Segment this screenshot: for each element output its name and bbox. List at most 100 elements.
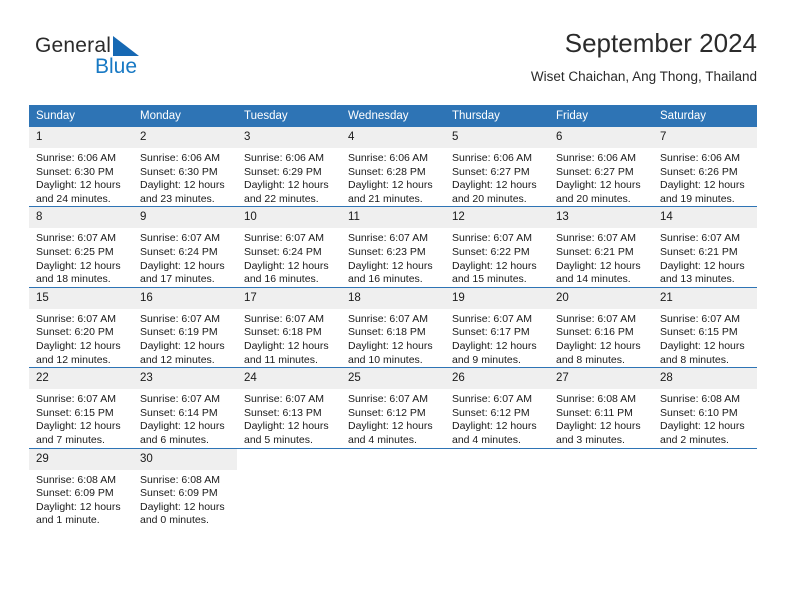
- daylight-text-line1: Daylight: 12 hours: [36, 500, 121, 513]
- day-details: Sunrise: 6:07 AM Sunset: 6:22 PM Daylight:…: [445, 228, 549, 286]
- sunrise-text: Sunrise: 6:07 AM: [452, 232, 532, 245]
- calendar-day-cell[interactable]: 10 Sunrise: 6:07 AM Sunset: 6:24 PM Dayligh…: [237, 206, 341, 288]
- calendar-day-cell[interactable]: 5 Sunrise: 6:06 AM Sunset: 6:27 PM Daylight…: [445, 127, 549, 207]
- daylight-text-line1: Daylight: 12 hours: [140, 420, 225, 433]
- calendar-day-cell[interactable]: 14 Sunrise: 6:07 AM Sunset: 6:21 PM Dayligh…: [653, 206, 757, 288]
- calendar-week-row: 15 Sunrise: 6:07 AM Sunset: 6:20 PM Dayligh…: [29, 286, 757, 368]
- sunset-text: Sunset: 6:27 PM: [556, 165, 634, 178]
- sunset-text: Sunset: 6:15 PM: [660, 326, 738, 339]
- day-number: 18: [341, 287, 445, 309]
- calendar-day-cell[interactable]: 13 Sunrise: 6:07 AM Sunset: 6:21 PM Dayligh…: [549, 206, 653, 288]
- sunset-text: Sunset: 6:19 PM: [140, 326, 218, 339]
- daylight-text-line2: and 20 minutes.: [452, 192, 527, 205]
- day-details: Sunrise: 6:06 AM Sunset: 6:27 PM Daylight:…: [549, 148, 653, 206]
- calendar-day-cell[interactable]: 17 Sunrise: 6:07 AM Sunset: 6:18 PM Dayligh…: [237, 286, 341, 368]
- day-details: Sunrise: 6:07 AM Sunset: 6:19 PM Daylight:…: [133, 309, 237, 367]
- calendar-day-cell[interactable]: 4 Sunrise: 6:06 AM Sunset: 6:28 PM Daylight…: [341, 127, 445, 207]
- calendar-day-cell[interactable]: 19 Sunrise: 6:07 AM Sunset: 6:17 PM Dayligh…: [445, 286, 549, 368]
- daylight-text-line2: and 16 minutes.: [244, 273, 319, 286]
- calendar-cell-empty: [341, 447, 445, 528]
- sunrise-text: Sunrise: 6:07 AM: [244, 232, 324, 245]
- sunset-text: Sunset: 6:23 PM: [348, 245, 426, 258]
- daylight-text-line2: and 4 minutes.: [348, 433, 417, 446]
- calendar-day-cell[interactable]: 28 Sunrise: 6:08 AM Sunset: 6:10 PM Dayligh…: [653, 367, 757, 448]
- calendar-week-row: 1 Sunrise: 6:06 AM Sunset: 6:30 PM Daylight…: [29, 127, 757, 207]
- calendar-day-cell[interactable]: 26 Sunrise: 6:07 AM Sunset: 6:12 PM Dayligh…: [445, 367, 549, 448]
- calendar-day-cell[interactable]: 2 Sunrise: 6:06 AM Sunset: 6:30 PM Daylight…: [133, 127, 237, 207]
- sunset-text: Sunset: 6:27 PM: [452, 165, 530, 178]
- day-number: 2: [133, 127, 237, 148]
- day-details: [341, 470, 445, 474]
- daylight-text-line1: Daylight: 12 hours: [348, 179, 433, 192]
- calendar-day-cell[interactable]: 11 Sunrise: 6:07 AM Sunset: 6:23 PM Dayligh…: [341, 206, 445, 288]
- sunset-text: Sunset: 6:22 PM: [452, 245, 530, 258]
- day-details: [653, 470, 757, 474]
- calendar-day-cell[interactable]: 16 Sunrise: 6:07 AM Sunset: 6:19 PM Dayligh…: [133, 286, 237, 368]
- calendar-day-cell[interactable]: 22 Sunrise: 6:07 AM Sunset: 6:15 PM Dayligh…: [29, 367, 133, 448]
- daylight-text-line2: and 5 minutes.: [244, 433, 313, 446]
- day-details: Sunrise: 6:08 AM Sunset: 6:10 PM Daylight:…: [653, 389, 757, 447]
- sunrise-text: Sunrise: 6:07 AM: [140, 312, 220, 325]
- sunrise-text: Sunrise: 6:06 AM: [660, 152, 740, 164]
- day-details: Sunrise: 6:07 AM Sunset: 6:20 PM Daylight:…: [29, 309, 133, 367]
- daylight-text-line2: and 4 minutes.: [452, 433, 521, 446]
- day-number: 19: [445, 287, 549, 309]
- daylight-text-line2: and 12 minutes.: [140, 353, 215, 366]
- calendar-day-cell[interactable]: 8 Sunrise: 6:07 AM Sunset: 6:25 PM Daylight…: [29, 206, 133, 288]
- sunset-text: Sunset: 6:28 PM: [348, 165, 426, 178]
- sunset-text: Sunset: 6:21 PM: [556, 245, 634, 258]
- day-details: Sunrise: 6:07 AM Sunset: 6:15 PM Daylight:…: [29, 389, 133, 447]
- calendar-day-cell[interactable]: 21 Sunrise: 6:07 AM Sunset: 6:15 PM Dayligh…: [653, 286, 757, 368]
- day-details: Sunrise: 6:07 AM Sunset: 6:12 PM Daylight:…: [341, 389, 445, 447]
- sunrise-text: Sunrise: 6:07 AM: [36, 232, 116, 245]
- daylight-text-line1: Daylight: 12 hours: [660, 339, 745, 352]
- day-number: 9: [133, 207, 237, 229]
- sunset-text: Sunset: 6:24 PM: [140, 245, 218, 258]
- daylight-text-line1: Daylight: 12 hours: [348, 420, 433, 433]
- day-details: Sunrise: 6:07 AM Sunset: 6:21 PM Daylight:…: [549, 228, 653, 286]
- calendar-day-cell[interactable]: 27 Sunrise: 6:08 AM Sunset: 6:11 PM Dayligh…: [549, 367, 653, 448]
- day-details: Sunrise: 6:07 AM Sunset: 6:23 PM Daylight:…: [341, 228, 445, 286]
- daylight-text-line2: and 3 minutes.: [556, 433, 625, 446]
- weekday-header-friday: Friday: [549, 105, 653, 127]
- sunrise-text: Sunrise: 6:06 AM: [348, 152, 428, 164]
- sunrise-text: Sunrise: 6:07 AM: [348, 232, 428, 245]
- calendar-day-cell[interactable]: 23 Sunrise: 6:07 AM Sunset: 6:14 PM Dayligh…: [133, 367, 237, 448]
- calendar-day-cell[interactable]: 12 Sunrise: 6:07 AM Sunset: 6:22 PM Dayligh…: [445, 206, 549, 288]
- weekday-header-tuesday: Tuesday: [237, 105, 341, 127]
- calendar-day-cell[interactable]: 9 Sunrise: 6:07 AM Sunset: 6:24 PM Daylight…: [133, 206, 237, 288]
- calendar-day-cell[interactable]: 25 Sunrise: 6:07 AM Sunset: 6:12 PM Dayligh…: [341, 367, 445, 448]
- daylight-text-line1: Daylight: 12 hours: [36, 339, 121, 352]
- calendar-day-cell[interactable]: 30 Sunrise: 6:08 AM Sunset: 6:09 PM Dayligh…: [133, 447, 237, 528]
- sunset-text: Sunset: 6:18 PM: [348, 326, 426, 339]
- daylight-text-line1: Daylight: 12 hours: [244, 339, 329, 352]
- daylight-text-line1: Daylight: 12 hours: [452, 259, 537, 272]
- sunset-text: Sunset: 6:18 PM: [244, 326, 322, 339]
- calendar-day-cell[interactable]: 3 Sunrise: 6:06 AM Sunset: 6:29 PM Daylight…: [237, 127, 341, 207]
- sunset-text: Sunset: 6:16 PM: [556, 326, 634, 339]
- daylight-text-line2: and 1 minute.: [36, 514, 100, 527]
- calendar-day-cell[interactable]: 20 Sunrise: 6:07 AM Sunset: 6:16 PM Dayligh…: [549, 286, 653, 368]
- calendar-day-cell[interactable]: 24 Sunrise: 6:07 AM Sunset: 6:13 PM Dayligh…: [237, 367, 341, 448]
- daylight-text-line1: Daylight: 12 hours: [140, 259, 225, 272]
- daylight-text-line1: Daylight: 12 hours: [36, 179, 121, 192]
- calendar-day-cell[interactable]: 15 Sunrise: 6:07 AM Sunset: 6:20 PM Dayligh…: [29, 286, 133, 368]
- calendar-day-cell[interactable]: 18 Sunrise: 6:07 AM Sunset: 6:18 PM Dayligh…: [341, 286, 445, 368]
- day-number: [549, 448, 653, 470]
- day-details: Sunrise: 6:07 AM Sunset: 6:24 PM Daylight:…: [237, 228, 341, 286]
- sunrise-text: Sunrise: 6:07 AM: [36, 393, 116, 406]
- calendar-day-cell[interactable]: 1 Sunrise: 6:06 AM Sunset: 6:30 PM Daylight…: [29, 127, 133, 207]
- daylight-text-line2: and 6 minutes.: [140, 433, 209, 446]
- calendar-day-cell[interactable]: 7 Sunrise: 6:06 AM Sunset: 6:26 PM Daylight…: [653, 127, 757, 207]
- sunrise-text: Sunrise: 6:08 AM: [140, 473, 220, 486]
- day-number: 11: [341, 207, 445, 229]
- sunset-text: Sunset: 6:12 PM: [348, 406, 426, 419]
- calendar-day-cell[interactable]: 6 Sunrise: 6:06 AM Sunset: 6:27 PM Daylight…: [549, 127, 653, 207]
- title-block: September 2024 Wiset Chaichan, Ang Thong…: [531, 26, 757, 87]
- calendar-day-cell[interactable]: 29 Sunrise: 6:08 AM Sunset: 6:09 PM Dayligh…: [29, 447, 133, 528]
- sunset-text: Sunset: 6:13 PM: [244, 406, 322, 419]
- sunset-text: Sunset: 6:25 PM: [36, 245, 114, 258]
- sunrise-text: Sunrise: 6:07 AM: [140, 393, 220, 406]
- daylight-text-line2: and 10 minutes.: [348, 353, 423, 366]
- day-details: Sunrise: 6:06 AM Sunset: 6:30 PM Daylight:…: [133, 148, 237, 206]
